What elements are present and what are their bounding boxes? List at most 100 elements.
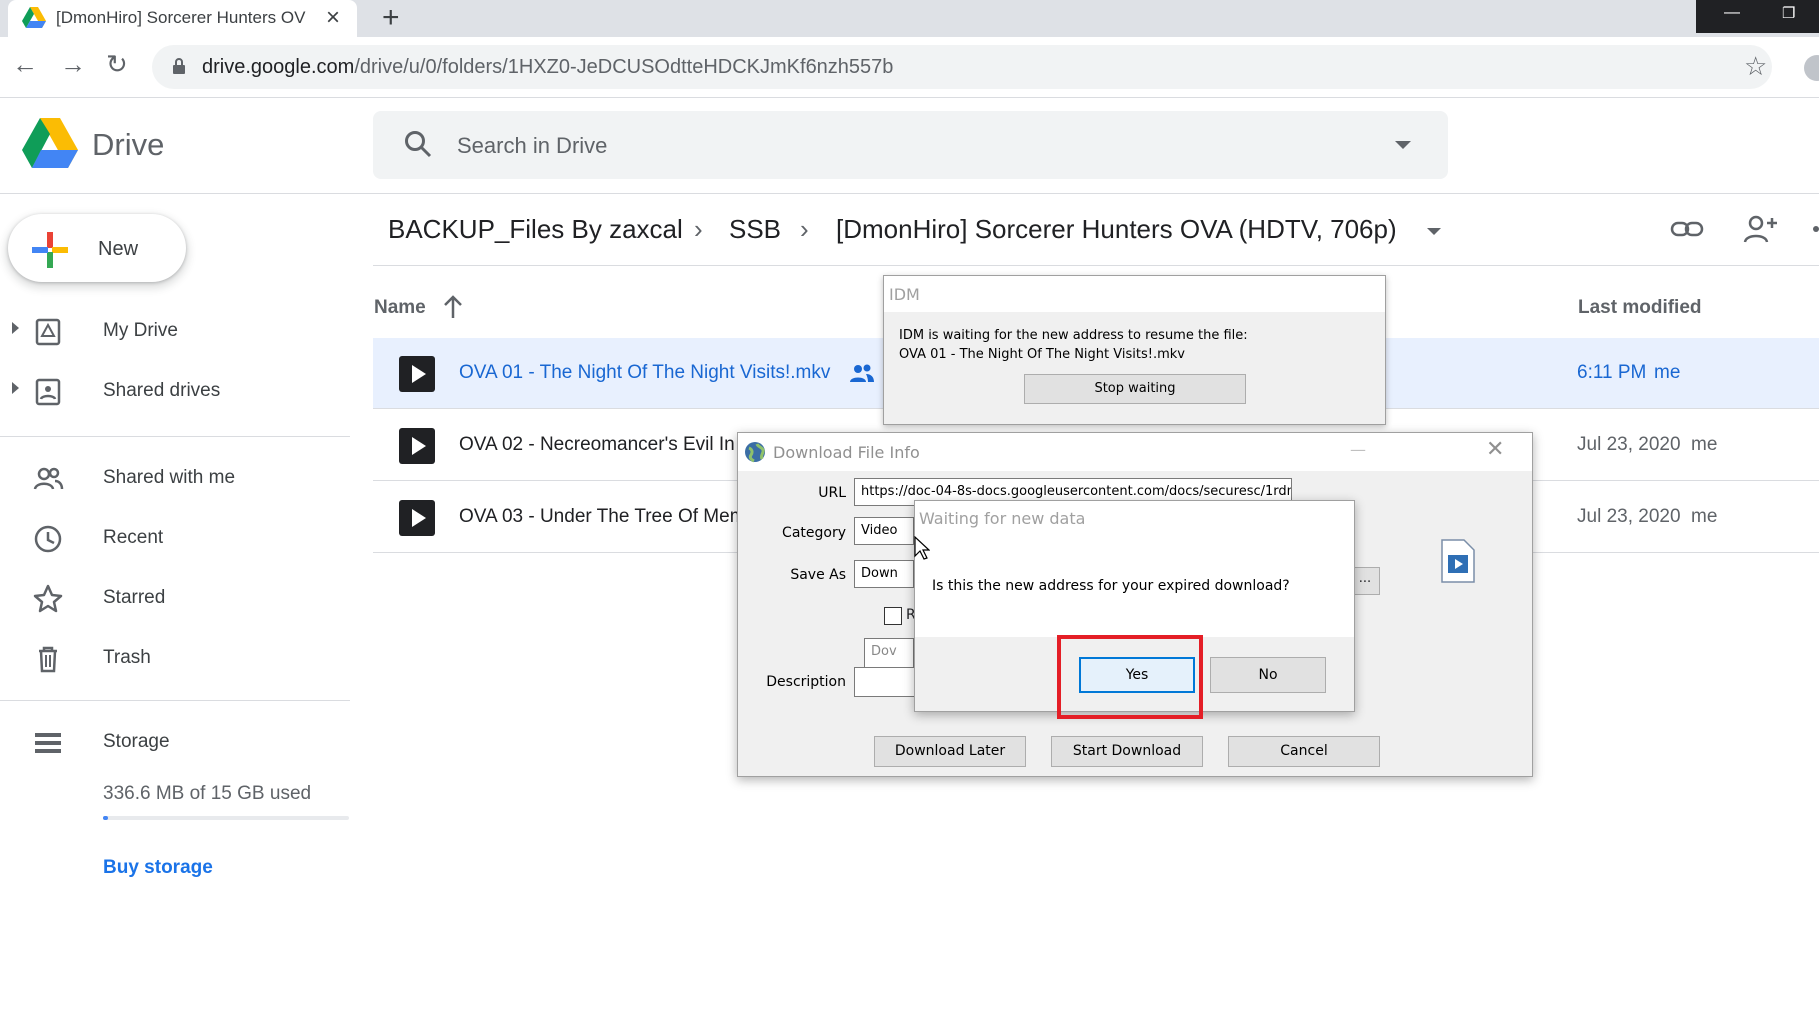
people-icon [33,467,64,490]
address-bar[interactable]: drive.google.com/drive/u/0/folders/1HXZ0… [152,45,1772,89]
url-text: drive.google.com/drive/u/0/folders/1HXZ0… [202,56,893,79]
sidebar-label: Storage [103,731,170,752]
breadcrumb-separator-icon: › [800,214,809,244]
breadcrumb-separator-icon: › [694,214,703,244]
plus-icon [32,232,68,268]
file-modified-date: 6:11 PM [1577,362,1647,383]
cancel-button[interactable]: Cancel [1228,736,1380,767]
sidebar-item-storage[interactable]: Storage [0,718,350,766]
get-link-icon[interactable] [1670,216,1704,242]
storage-bar-fill [103,816,109,820]
file-name[interactable]: OVA 02 - Necreomancer's Evil In [459,434,735,456]
sidebar-label: Shared with me [103,467,236,488]
sidebar-item-starred[interactable]: Starred [0,574,350,622]
category-select[interactable]: Video [854,517,914,545]
breadcrumb-item-ssb[interactable]: SSB [729,214,781,245]
dialog-title: IDM [889,285,920,304]
sidebar-label: Trash [103,647,151,668]
breadcrumb-item-current[interactable]: [DmonHiro] Sorcerer Hunters OVA (HDTV, 7… [836,214,1397,245]
dialog-titlebar[interactable]: IDM [884,276,1385,312]
video-file-icon [1441,539,1475,583]
storage-icon [35,733,61,753]
sidebar-label: Starred [103,587,166,608]
sidebar-item-recent[interactable]: Recent [0,514,350,562]
minimize-icon[interactable]: — [1350,440,1366,459]
sidebar-divider [0,436,350,437]
url-host: drive.google.com [202,56,355,78]
drive-favicon-icon [22,7,46,28]
globe-icon [745,442,765,463]
minimize-icon[interactable]: — [1724,4,1740,22]
download-later-button[interactable]: Download Later [874,736,1026,767]
back-arrow-icon[interactable]: ← [12,49,38,79]
highlight-annotation-box [1057,635,1203,719]
share-person-add-icon[interactable] [1742,214,1778,244]
file-modified-by: me [1654,362,1681,383]
tab-title: [DmonHiro] Sorcerer Hunters OV [56,8,306,27]
search-input[interactable]: Search in Drive [373,111,1448,179]
idm-waiting-dialog: IDM IDM is waiting for the new address t… [883,275,1386,425]
search-options-icon[interactable] [1395,141,1411,149]
dialog-titlebar[interactable]: Download File Info — ✕ [738,433,1532,471]
file-name[interactable]: OVA 03 - Under The Tree Of Mem [459,506,746,528]
breadcrumb-item-root[interactable]: BACKUP_Files By zaxcal [388,214,683,245]
browser-toolbar: ← → ↻ drive.google.com/drive/u/0/folders… [0,37,1819,98]
save-as-field[interactable]: Down [854,560,914,588]
sidebar-label: Recent [103,527,164,548]
profile-avatar[interactable] [1804,55,1819,81]
dialog-filename: OVA 01 - The Night Of The Night Visits!.… [899,347,1185,362]
app-name: Drive [92,127,165,162]
download-folder-field[interactable]: Dov [864,638,914,670]
close-icon[interactable]: ✕ [1486,437,1504,462]
new-tab-button[interactable]: + [382,2,400,34]
bookmark-star-icon[interactable]: ☆ [1744,51,1767,82]
buy-storage-link[interactable]: Buy storage [103,857,213,879]
new-button[interactable]: New [8,214,186,282]
browser-tab-strip: [DmonHiro] Sorcerer Hunters OV × + — ❐ [0,0,1819,37]
dialog-title: Download File Info [773,443,920,462]
tab-close-icon[interactable]: × [326,4,340,32]
file-modified-by: me [1691,434,1718,455]
file-modified-by: me [1691,506,1718,527]
sidebar-item-my-drive[interactable]: My Drive [0,307,350,355]
shared-drives-icon [35,378,61,406]
column-header-name[interactable]: Name [374,297,426,319]
video-file-icon [399,428,435,464]
file-modified-date: Jul 23, 2020 [1577,506,1681,527]
search-icon[interactable] [403,129,433,159]
restore-icon[interactable]: ❐ [1782,4,1795,22]
folder-menu-dropdown-icon[interactable] [1427,228,1441,235]
mouse-cursor-icon [914,536,930,560]
dialog-title: Waiting for new data [919,509,1086,528]
url-path: /drive/u/0/folders/1HXZ0-JeDCUSOdtteHDCK… [354,56,894,78]
search-placeholder: Search in Drive [457,133,608,158]
browser-tab[interactable]: [DmonHiro] Sorcerer Hunters OV × [8,0,357,37]
no-button[interactable]: No [1210,657,1326,693]
forward-arrow-icon[interactable]: → [60,49,86,79]
remember-path-checkbox[interactable] [884,607,902,625]
category-label: Category [782,525,846,541]
my-drive-icon [35,318,61,346]
column-header-last-modified[interactable]: Last modified [1578,297,1702,319]
description-label: Description [766,674,846,690]
breadcrumb-divider [373,265,1819,266]
sort-ascending-arrow-icon[interactable] [442,294,464,320]
header-divider [0,193,1819,194]
new-label: New [98,238,139,260]
sidebar-divider [0,700,350,701]
video-file-icon [399,356,435,392]
sidebar-item-shared-with-me[interactable]: Shared with me [0,454,350,502]
reload-icon[interactable]: ↻ [106,49,128,79]
drive-logo-icon [22,118,78,168]
file-name[interactable]: OVA 01 - The Night Of The Night Visits!.… [459,362,830,384]
save-as-label: Save As [790,567,846,583]
expand-arrow-icon[interactable] [12,322,19,334]
sidebar-item-shared-drives[interactable]: Shared drives [0,367,350,415]
more-options-icon[interactable] [1812,214,1819,244]
dialog-message: Is this the new address for your expired… [932,578,1290,594]
lock-icon [173,58,185,74]
start-download-button[interactable]: Start Download [1051,736,1203,767]
stop-waiting-button[interactable]: Stop waiting [1024,374,1246,404]
expand-arrow-icon[interactable] [12,382,19,394]
sidebar-item-trash[interactable]: Trash [0,634,350,682]
